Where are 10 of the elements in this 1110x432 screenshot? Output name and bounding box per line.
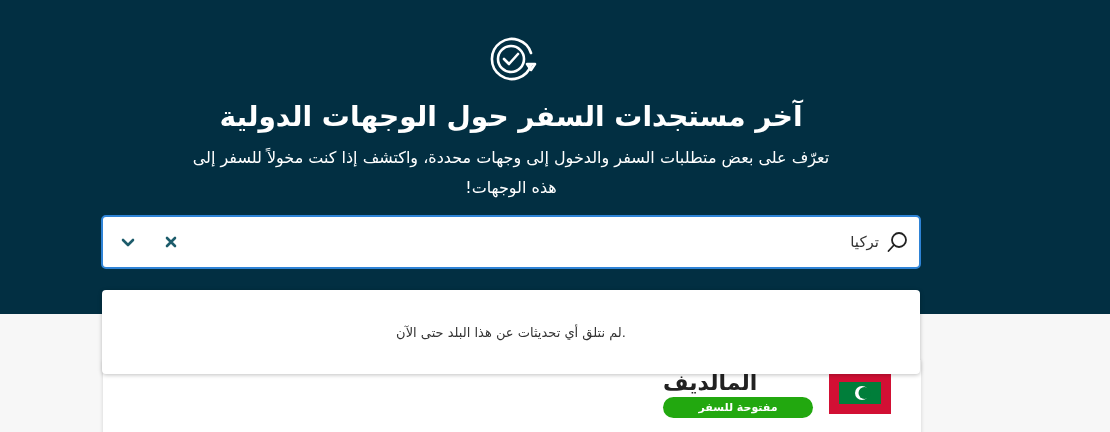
page-subtitle: تعرّف على بعض متطلبات السفر والدخول إلى وجهات محددة، واكتشف إذا كنت مخولاً للسفر إلى هذه الوجهات! [191,147,831,200]
no-results-message: .لم نتلق أي تحديثات عن هذا البلد حتى الآن [396,324,626,340]
search-input[interactable]: تركيا [185,230,879,254]
page-title: آخر مستجدات السفر حول الوجهات الدولية [219,98,803,135]
search-field[interactable]: تركيا [101,215,921,269]
chevron-down-icon[interactable] [121,237,135,247]
clear-icon[interactable] [165,236,177,248]
destination-name: المالديف [663,370,758,395]
search-icon [887,231,909,253]
status-badge: مفتوحة للسفر [663,397,813,418]
